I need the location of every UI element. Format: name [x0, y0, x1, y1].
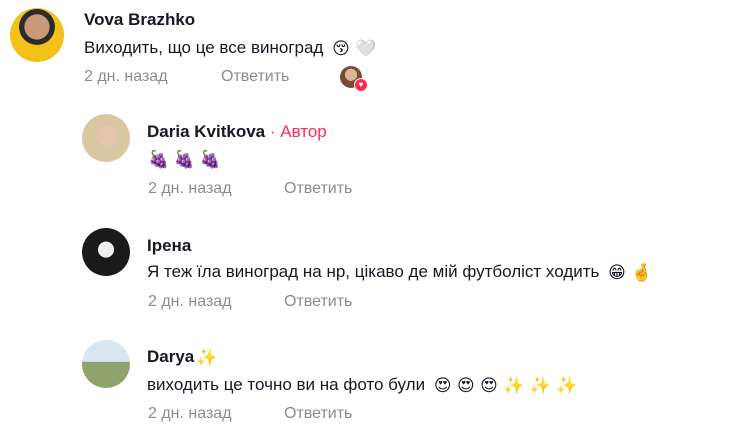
comment-username: Darya ✨	[147, 347, 217, 368]
comment-text: Я теж їла виноград на нр, цікаво де мій …	[147, 262, 652, 283]
comment-username: Daria Kvitkova · Автор	[147, 122, 327, 142]
sparkles-emoji: ✨	[196, 348, 218, 368]
comment-timestamp: 2 дн. назад	[148, 180, 232, 197]
username-link[interactable]: Daria Kvitkova	[147, 122, 265, 141]
comment-text: 🍇 🍇 🍇	[148, 150, 221, 170]
comment-body: виходить це точно ви на фото були	[147, 375, 426, 394]
comment-text: виходить це точно ви на фото були 😍 😍 😍 …	[147, 375, 578, 396]
comment-timestamp: 2 дн. назад	[84, 68, 168, 85]
comment-body: 🍇 🍇 🍇	[148, 150, 221, 169]
comment-emoji: 😍 😍 😍 ✨ ✨ ✨	[433, 376, 578, 396]
avatar[interactable]	[82, 340, 130, 388]
reply-button[interactable]: Ответить	[284, 405, 352, 423]
avatar[interactable]	[82, 228, 130, 276]
author-liked-heart-icon: ♥	[354, 78, 368, 92]
comment-timestamp: 2 дн. назад	[148, 405, 232, 422]
comment-text: Виходить, що це все виноград 😚 🤍	[84, 38, 376, 59]
comment-username[interactable]: Vova Brazhko	[84, 10, 195, 30]
author-badge: · Автор	[269, 122, 327, 141]
reply-button[interactable]: Ответить	[221, 68, 289, 86]
comment-body: Виходить, що це все виноград	[84, 38, 324, 57]
comment-username[interactable]: Ірена	[147, 236, 191, 256]
reply-button[interactable]: Ответить	[284, 293, 352, 311]
comment-timestamp: 2 дн. назад	[148, 293, 232, 310]
avatar[interactable]	[10, 8, 64, 62]
comment-emoji: 😁 🤞	[608, 263, 653, 283]
comment-body: Я теж їла виноград на нр, цікаво де мій …	[147, 262, 600, 281]
comment-emoji: 😚 🤍	[332, 39, 377, 59]
username-link[interactable]: Darya	[147, 347, 194, 366]
reply-button[interactable]: Ответить	[284, 180, 352, 198]
avatar[interactable]	[82, 114, 130, 162]
